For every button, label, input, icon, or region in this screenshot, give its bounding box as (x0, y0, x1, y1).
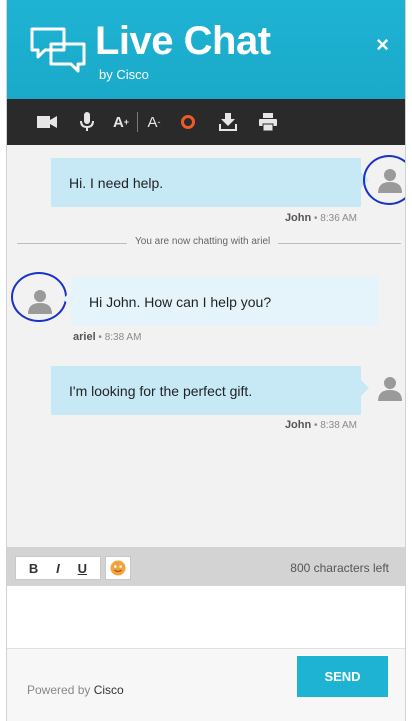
emoji-icon (110, 560, 126, 576)
send-button[interactable]: SEND (297, 656, 388, 697)
system-notice: You are now chatting with ariel (127, 236, 279, 247)
message-input[interactable] (7, 586, 405, 648)
bold-button[interactable]: B (29, 561, 38, 576)
message-time: 8:38 AM (104, 332, 142, 343)
chat-header: Live Chat by Cisco × (7, 0, 405, 99)
toolbar-separator (137, 112, 138, 132)
chat-bubbles-icon (30, 27, 86, 73)
message-bubble-out: I'm looking for the perfect gift. (51, 366, 369, 415)
record-circle-shape (181, 115, 195, 129)
font-decrease-sup: - (157, 117, 161, 127)
powered-prefix: Powered by (27, 683, 91, 697)
characters-left-counter: 800 characters left (290, 561, 389, 575)
app-title: Live Chat (95, 19, 271, 63)
powered-brand: Cisco (93, 683, 124, 697)
chat-footer: Powered by Cisco SEND (7, 648, 405, 721)
italic-button[interactable]: I (56, 561, 60, 576)
font-increase-icon[interactable]: A + (107, 99, 135, 145)
message-author: John (284, 212, 312, 224)
font-increase-sup: + (123, 117, 130, 127)
meta-separator: • (314, 213, 318, 224)
message-bubble-in: Hi John. How can I help you? (63, 277, 379, 326)
message-meta: ariel • 8:38 AM (73, 331, 141, 343)
underline-button[interactable]: U (78, 561, 87, 576)
print-icon[interactable] (248, 99, 288, 145)
video-camera-icon[interactable] (27, 99, 67, 145)
close-icon[interactable]: × (376, 34, 389, 56)
message-time: 8:36 AM (320, 213, 357, 224)
chat-window: Live Chat by Cisco × A + A- Hi. I need h… (6, 0, 406, 721)
text-format-group: B I U (15, 556, 101, 580)
font-decrease-icon[interactable]: A- (140, 99, 168, 145)
app-subtitle: by Cisco (99, 67, 149, 82)
record-circle-icon[interactable] (168, 99, 208, 145)
message-text: Hi. I need help. (69, 174, 164, 191)
message-text: Hi John. How can I help you? (89, 293, 272, 310)
message-bubble-out: Hi. I need help. (51, 158, 369, 207)
chat-toolbar: A + A- (7, 99, 405, 145)
microphone-icon[interactable] (67, 99, 107, 145)
powered-by-label: Powered by Cisco (27, 683, 124, 697)
message-meta: John • 8:38 AM (285, 419, 357, 431)
format-bar: B I U 800 characters left (7, 547, 405, 586)
meta-separator: • (98, 332, 102, 343)
message-text: I'm looking for the perfect gift. (69, 382, 253, 399)
font-increase-label: A (112, 113, 124, 131)
message-author: ariel (73, 331, 96, 343)
user-avatar-icon (378, 377, 402, 401)
emoji-button[interactable] (105, 556, 131, 580)
font-decrease-label: A (147, 113, 158, 131)
meta-separator: • (314, 420, 318, 431)
download-icon[interactable] (208, 99, 248, 145)
message-time: 8:38 AM (320, 420, 357, 431)
chat-transcript[interactable]: Hi. I need help. John • 8:36 AM You are … (7, 145, 405, 547)
avatar-highlight-ring (363, 155, 405, 205)
avatar-highlight-ring (11, 272, 67, 322)
message-meta: John • 8:36 AM (285, 212, 357, 224)
message-author: John (284, 419, 312, 431)
